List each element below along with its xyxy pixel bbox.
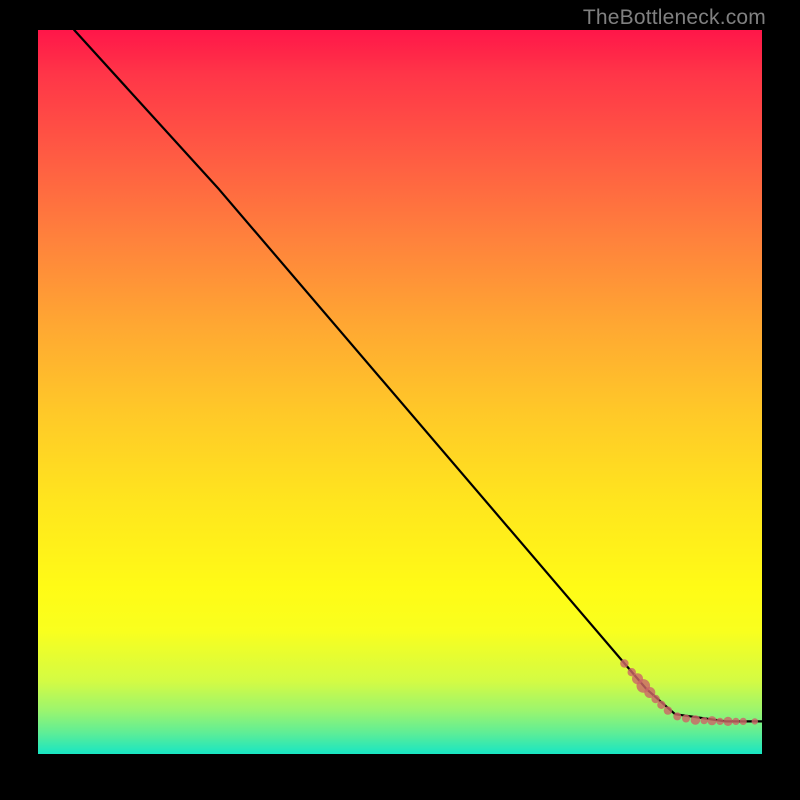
plot-background bbox=[38, 30, 762, 754]
attribution-text: TheBottleneck.com bbox=[583, 6, 766, 30]
chart-stage: TheBottleneck.com bbox=[0, 0, 800, 800]
